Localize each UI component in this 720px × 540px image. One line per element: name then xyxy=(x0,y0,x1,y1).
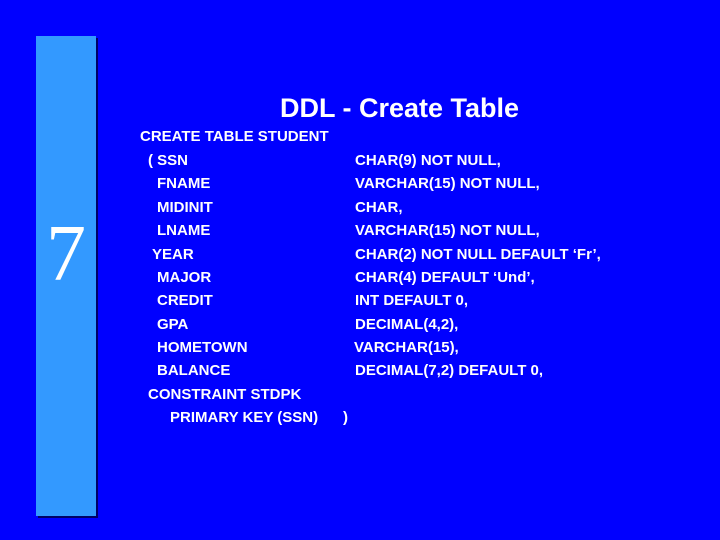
column-name: GPA xyxy=(157,316,189,333)
column-name: FNAME xyxy=(157,175,211,192)
slide-side-bar: 7 xyxy=(36,36,96,516)
column-name: ( SSN xyxy=(148,152,189,169)
column-name: BALANCE xyxy=(157,362,231,379)
closing-paren: ) xyxy=(343,409,348,426)
column-definition: DECIMAL(7,2) DEFAULT 0, xyxy=(355,362,544,379)
slide-title: DDL - Create Table xyxy=(280,93,520,123)
column-definition: VARCHAR(15) NOT NULL, xyxy=(355,175,540,192)
column-name: MIDINIT xyxy=(157,199,213,216)
slide-number: 7 xyxy=(46,210,86,298)
column-definition: DECIMAL(4,2), xyxy=(355,316,459,333)
column-definition: CHAR(2) NOT NULL DEFAULT ‘Fr’, xyxy=(355,246,601,263)
column-definition: CHAR(4) DEFAULT ‘Und’, xyxy=(355,269,535,286)
column-definition: CHAR(9) NOT NULL, xyxy=(355,152,501,169)
column-definition: VARCHAR(15), xyxy=(354,339,459,356)
sql-header: CREATE TABLE STUDENT xyxy=(140,128,329,145)
column-name: MAJOR xyxy=(157,269,212,286)
column-definition: CHAR, xyxy=(355,199,403,216)
primary-key-line: PRIMARY KEY (SSN) xyxy=(170,409,319,426)
column-definition: VARCHAR(15) NOT NULL, xyxy=(355,222,540,239)
column-definition: INT DEFAULT 0, xyxy=(355,292,469,309)
column-name: LNAME xyxy=(157,222,211,239)
column-name: CREDIT xyxy=(157,292,213,309)
constraint-line: CONSTRAINT STDPK xyxy=(148,386,302,403)
column-name: HOMETOWN xyxy=(157,339,248,356)
column-name: YEAR xyxy=(152,246,194,263)
